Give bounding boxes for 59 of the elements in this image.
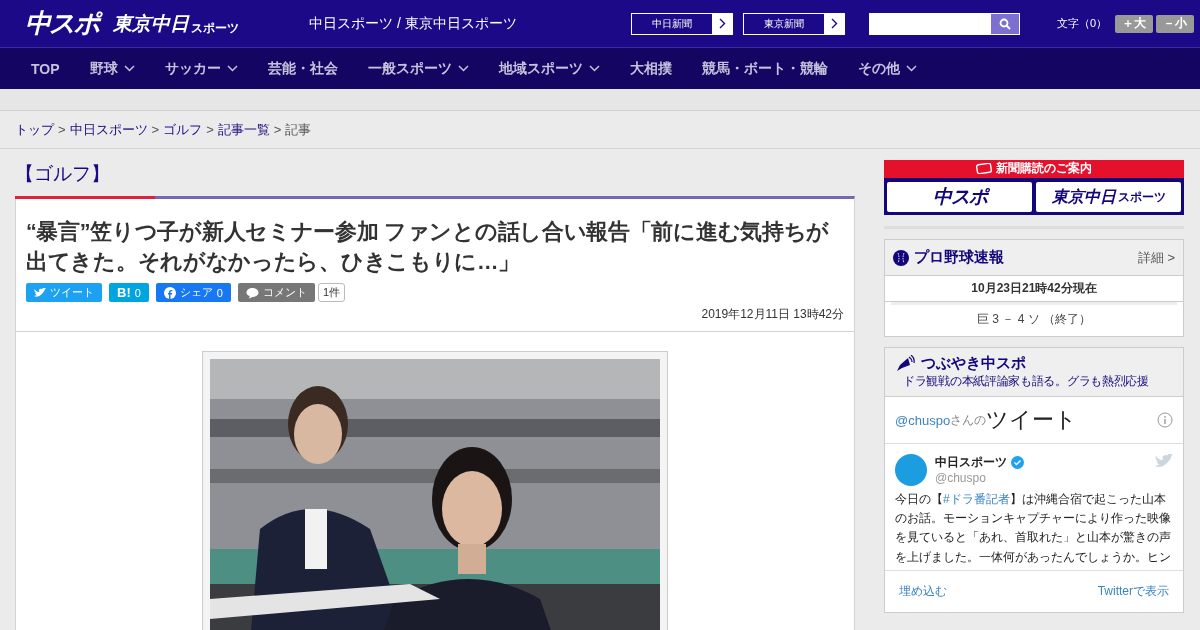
view-on-twitter-link[interactable]: Twitterで表示 [1097, 583, 1169, 600]
tweets-by-label: さんの [950, 411, 987, 427]
nav-item[interactable]: 野球 [89, 59, 135, 78]
nav-item[interactable]: その他 [857, 59, 917, 78]
nav-item[interactable]: 芸能・社会 [267, 59, 338, 78]
breadcrumb-separator: > [206, 122, 214, 137]
breadcrumb-current: 記事 [285, 120, 312, 139]
nav-item[interactable]: 大相撲 [629, 59, 672, 78]
panel-title: プロ野球速報 [914, 248, 1005, 267]
newspaper-link[interactable]: 東京新聞 [743, 12, 845, 35]
update-time: 10月23日21時42分現在 [885, 276, 1183, 302]
panel-subtitle: ドラ観戦の本紙評論家も語る。グラも熱烈応援 [903, 373, 1150, 390]
breadcrumb-link[interactable]: トップ [15, 120, 54, 139]
account-name[interactable]: 中日スポーツ [935, 454, 1007, 471]
nav-item[interactable]: TOP [31, 60, 60, 77]
details-link[interactable]: 詳細 > [1137, 248, 1175, 267]
breadcrumb-link[interactable]: 中日スポーツ [69, 120, 148, 139]
tweets-heading: ツイート [986, 406, 1079, 434]
nav-item[interactable]: 一般スポーツ [367, 59, 469, 78]
bird-icon [34, 287, 46, 298]
tweet-text: 今日の【#ドラ番記者】は沖縄合宿で起こった山本のお話。モーションキャプチャーにより作った映像を見ていると「あれ、首取れた」と山本が驚きの声を上げました。一体何があったんでしょうか。ヒン [895, 491, 1172, 566]
chevron-right-icon [830, 18, 838, 29]
search-field[interactable] [869, 12, 1020, 35]
search-button[interactable] [991, 13, 1019, 34]
subscription-title[interactable]: 新聞購読のご案内 [884, 160, 1184, 177]
speech-bubble-icon [245, 286, 259, 299]
share-button[interactable]: シェア 0 [155, 283, 231, 303]
category-label: 【ゴルフ】 [15, 163, 110, 184]
newspaper-logo[interactable]: 東京中日スポーツ [1036, 182, 1181, 212]
breadcrumb-separator: > [151, 122, 160, 137]
account-link[interactable]: @chuspo [895, 412, 951, 428]
breadcrumb-separator: > [58, 122, 66, 137]
article-title: “暴言”笠りつ子が新人セミナー参加 ファンとの話し合い報告「前に進む気持ちが出てきた。それがなかったら、ひきこもりに…」 [26, 219, 831, 277]
bird-icon [1155, 454, 1173, 469]
breadcrumb-link[interactable]: 記事一覧 [217, 120, 270, 139]
breadcrumb-separator: > [273, 122, 282, 137]
publish-date: 2019年12月11日 13時42分 [700, 306, 844, 324]
baseball-icon [893, 249, 909, 266]
chevron-right-icon [718, 18, 726, 29]
game-score[interactable]: 巨 3 － 4 ソ （終了） [891, 302, 1177, 336]
search-icon [999, 17, 1011, 30]
newspaper-icon [976, 163, 992, 174]
share-button[interactable]: コメント [237, 283, 315, 303]
panel-title: つぶやき中スポ [921, 354, 1026, 373]
account-avatar[interactable] [895, 454, 927, 486]
nav-item[interactable]: 競馬・ボート・競輪 [701, 59, 828, 78]
info-icon[interactable] [1157, 412, 1173, 428]
breadcrumb-link[interactable]: ゴルフ [163, 120, 203, 139]
newspaper-link[interactable]: 中日新聞 [631, 12, 733, 35]
facebook-icon [163, 286, 176, 299]
nav-item[interactable]: サッカー [164, 59, 238, 78]
megaphone-icon [895, 354, 915, 373]
newspaper-logo[interactable]: 中スポ [887, 182, 1032, 212]
hashtag-link[interactable]: #ドラ番記者 [943, 492, 1010, 506]
font-size-label: 文字（0） [1057, 16, 1108, 31]
embed-link[interactable]: 埋め込む [899, 583, 947, 600]
nav-item[interactable]: 地域スポーツ [498, 59, 600, 78]
site-name: 中日スポーツ / 東京中日スポーツ [309, 14, 518, 33]
comment-count: 1件 [317, 283, 346, 303]
